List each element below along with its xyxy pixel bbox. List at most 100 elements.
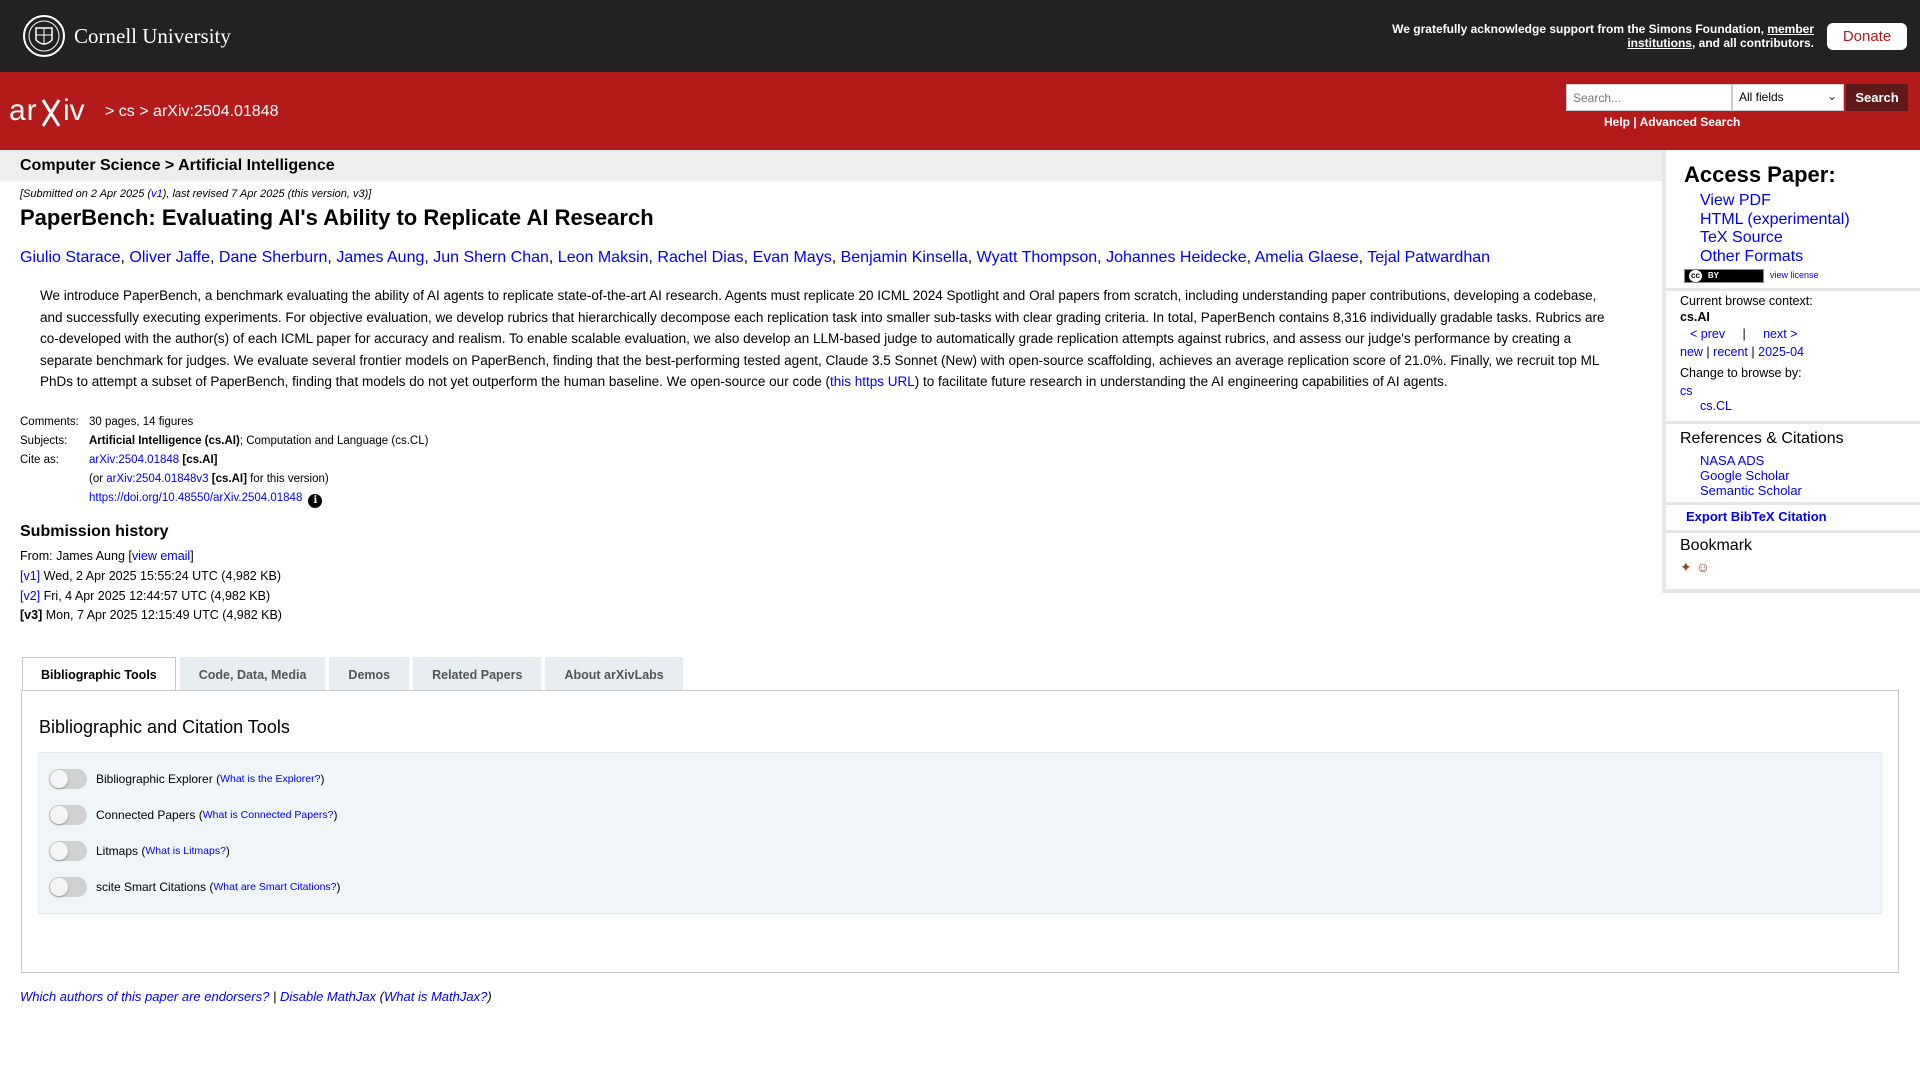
author-link[interactable]: James Aung bbox=[336, 249, 424, 266]
help-link[interactable]: What is the Explorer? bbox=[220, 773, 320, 785]
recent-link[interactable]: recent bbox=[1713, 345, 1748, 359]
tab-bibliographic-tools[interactable]: Bibliographic Tools bbox=[22, 657, 176, 692]
change-browse-label: Change to browse by: bbox=[1680, 366, 1802, 380]
author-link[interactable]: Jun Shern Chan bbox=[433, 249, 549, 266]
author-link[interactable]: Wyatt Thompson bbox=[977, 249, 1098, 266]
endorsers-link[interactable]: Which authors of this paper are endorser… bbox=[20, 989, 269, 1004]
month-link[interactable]: 2025-04 bbox=[1758, 345, 1804, 359]
current-version-tag: [v3] bbox=[20, 608, 43, 623]
svg-text:iv: iv bbox=[63, 94, 85, 127]
author-link[interactable]: Giulio Starace bbox=[20, 249, 121, 266]
search-input[interactable]: Search... bbox=[1566, 84, 1732, 111]
cite-version-link[interactable]: arXiv:2504.01848v3 bbox=[106, 473, 208, 485]
bookmark-heading: Bookmark bbox=[1680, 537, 1753, 554]
author-link[interactable]: Rachel Dias bbox=[657, 249, 743, 266]
author-link[interactable]: Tejal Patwardhan bbox=[1367, 249, 1490, 266]
access-links: View PDF HTML (experimental) TeX Source … bbox=[1700, 192, 1850, 266]
help-link[interactable]: What are Smart Citations? bbox=[213, 881, 336, 893]
cornell-seal-icon bbox=[23, 15, 65, 57]
toggle-row: Connected Papers (What is Connected Pape… bbox=[49, 805, 338, 825]
other-formats-link[interactable]: Other Formats bbox=[1700, 248, 1850, 267]
bibsonomy-icon[interactable]: ✦ bbox=[1680, 559, 1692, 576]
tab-panel: Bibliographic and Citation Tools Bibliog… bbox=[21, 690, 1899, 973]
cornell-logo[interactable]: Cornell University bbox=[22, 14, 231, 58]
donate-button[interactable]: Donate bbox=[1827, 23, 1907, 50]
tab-related-papers[interactable]: Related Papers bbox=[413, 657, 542, 691]
context-nav: < prev | next > bbox=[1690, 327, 1798, 341]
sidebar-divider bbox=[1666, 502, 1920, 505]
references-links: NASA ADS Google Scholar Semantic Scholar bbox=[1700, 453, 1802, 498]
tex-source-link[interactable]: TeX Source bbox=[1700, 229, 1850, 248]
reddit-icon[interactable]: ☺ bbox=[1696, 559, 1710, 576]
author-link[interactable]: Benjamin Kinsella bbox=[841, 249, 968, 266]
search-button[interactable]: Search bbox=[1846, 84, 1908, 111]
author-link[interactable]: Oliver Jaffe bbox=[129, 249, 210, 266]
view-license-link[interactable]: view license bbox=[1770, 270, 1819, 280]
breadcrumb-cs[interactable]: cs bbox=[119, 103, 135, 120]
browse-cscl-link[interactable]: cs.CL bbox=[1700, 399, 1732, 413]
toggle-knob bbox=[50, 842, 68, 860]
export-bibtex-link[interactable]: Export BibTeX Citation bbox=[1686, 509, 1827, 524]
cite-as-label: Cite as: bbox=[20, 454, 59, 466]
search-field-select[interactable]: All fields ⌄ bbox=[1732, 84, 1844, 111]
disable-mathjax-link[interactable]: Disable MathJax bbox=[280, 989, 376, 1004]
code-url-link[interactable]: this https URL bbox=[830, 374, 915, 389]
references-heading: References & Citations bbox=[1680, 430, 1844, 447]
advanced-search-link[interactable]: Advanced Search bbox=[1640, 115, 1741, 129]
semantic-scholar-link[interactable]: Semantic Scholar bbox=[1700, 483, 1802, 498]
author-link[interactable]: Dane Sherburn bbox=[219, 249, 328, 266]
bookmark-icons: ✦ ☺ bbox=[1680, 559, 1710, 576]
author-link[interactable]: Amelia Glaese bbox=[1255, 249, 1359, 266]
scite-toggle[interactable] bbox=[49, 877, 87, 897]
cite-id-link[interactable]: arXiv:2504.01848 bbox=[89, 454, 179, 466]
arxiv-logo[interactable]: ar iv bbox=[9, 92, 101, 132]
submission-history: From: James Aung [view email] [v1] Wed, … bbox=[20, 547, 282, 626]
toggle-knob bbox=[50, 806, 68, 824]
view-email-link[interactable]: view email bbox=[132, 549, 190, 563]
view-pdf-link[interactable]: View PDF bbox=[1700, 192, 1850, 211]
paper-title: PaperBench: Evaluating AI's Ability to R… bbox=[20, 205, 654, 230]
history-version: [v3] Mon, 7 Apr 2025 12:15:49 UTC (4,982… bbox=[20, 608, 282, 623]
connected-papers-toggle[interactable] bbox=[49, 805, 87, 825]
submission-history-heading: Submission history bbox=[20, 523, 169, 540]
help-link[interactable]: What is Connected Papers? bbox=[203, 809, 334, 821]
panel-heading: Bibliographic and Citation Tools bbox=[39, 717, 290, 737]
access-paper-heading: Access Paper: bbox=[1684, 162, 1836, 187]
author-link[interactable]: Leon Maksin bbox=[558, 249, 649, 266]
version-link[interactable]: [v1] bbox=[20, 569, 40, 583]
help-links: Help | Advanced Search bbox=[1604, 115, 1741, 129]
tab-about-arxivlabs[interactable]: About arXivLabs bbox=[545, 657, 683, 691]
nasa-ads-link[interactable]: NASA ADS bbox=[1700, 453, 1802, 468]
what-is-mathjax-link[interactable]: What is MathJax? bbox=[384, 989, 487, 1004]
breadcrumb: > cs > arXiv:2504.01848 bbox=[105, 103, 279, 120]
primary-subject: Artificial Intelligence (cs.AI) bbox=[89, 435, 240, 447]
tab-demos[interactable]: Demos bbox=[329, 657, 410, 691]
help-link[interactable]: Help bbox=[1604, 115, 1630, 129]
browse-cs-link[interactable]: cs bbox=[1680, 384, 1693, 398]
tab-code-data-media[interactable]: Code, Data, Media bbox=[179, 657, 326, 691]
next-link[interactable]: next > bbox=[1763, 327, 1797, 341]
google-scholar-link[interactable]: Google Scholar bbox=[1700, 468, 1802, 483]
bibliographic-explorer-toggle[interactable] bbox=[49, 769, 87, 789]
sidebar: Access Paper: View PDF HTML (experimenta… bbox=[1662, 150, 1920, 593]
sidebar-divider bbox=[1666, 530, 1920, 533]
author-link[interactable]: Johannes Heidecke bbox=[1106, 249, 1247, 266]
help-link[interactable]: What is Litmaps? bbox=[145, 845, 226, 857]
submission-dates: [Submitted on 2 Apr 2025 (v1), last revi… bbox=[20, 188, 372, 200]
doi-link[interactable]: https://doi.org/10.48550/arXiv.2504.0184… bbox=[89, 492, 302, 504]
version-link[interactable]: [v2] bbox=[20, 589, 40, 603]
cornell-name: Cornell University bbox=[74, 23, 231, 48]
metadata-table: Comments: 30 pages, 14 figures Subjects:… bbox=[20, 413, 428, 508]
v1-link[interactable]: v1 bbox=[151, 188, 163, 200]
new-link[interactable]: new bbox=[1680, 345, 1703, 359]
author-link[interactable]: Evan Mays bbox=[753, 249, 832, 266]
history-version: [v1] Wed, 2 Apr 2025 15:55:24 UTC (4,982… bbox=[20, 568, 282, 583]
html-link[interactable]: HTML (experimental) bbox=[1700, 211, 1850, 230]
toggle-row: Bibliographic Explorer (What is the Expl… bbox=[49, 769, 324, 789]
litmaps-toggle[interactable] bbox=[49, 841, 87, 861]
author-list: Giulio Starace, Oliver Jaffe, Dane Sherb… bbox=[20, 249, 1491, 266]
prev-link[interactable]: < prev bbox=[1690, 327, 1725, 341]
info-icon[interactable]: i bbox=[308, 494, 323, 508]
cc-license-icon[interactable]: cc BY bbox=[1684, 269, 1764, 283]
chevron-down-icon: ⌄ bbox=[1826, 89, 1837, 103]
